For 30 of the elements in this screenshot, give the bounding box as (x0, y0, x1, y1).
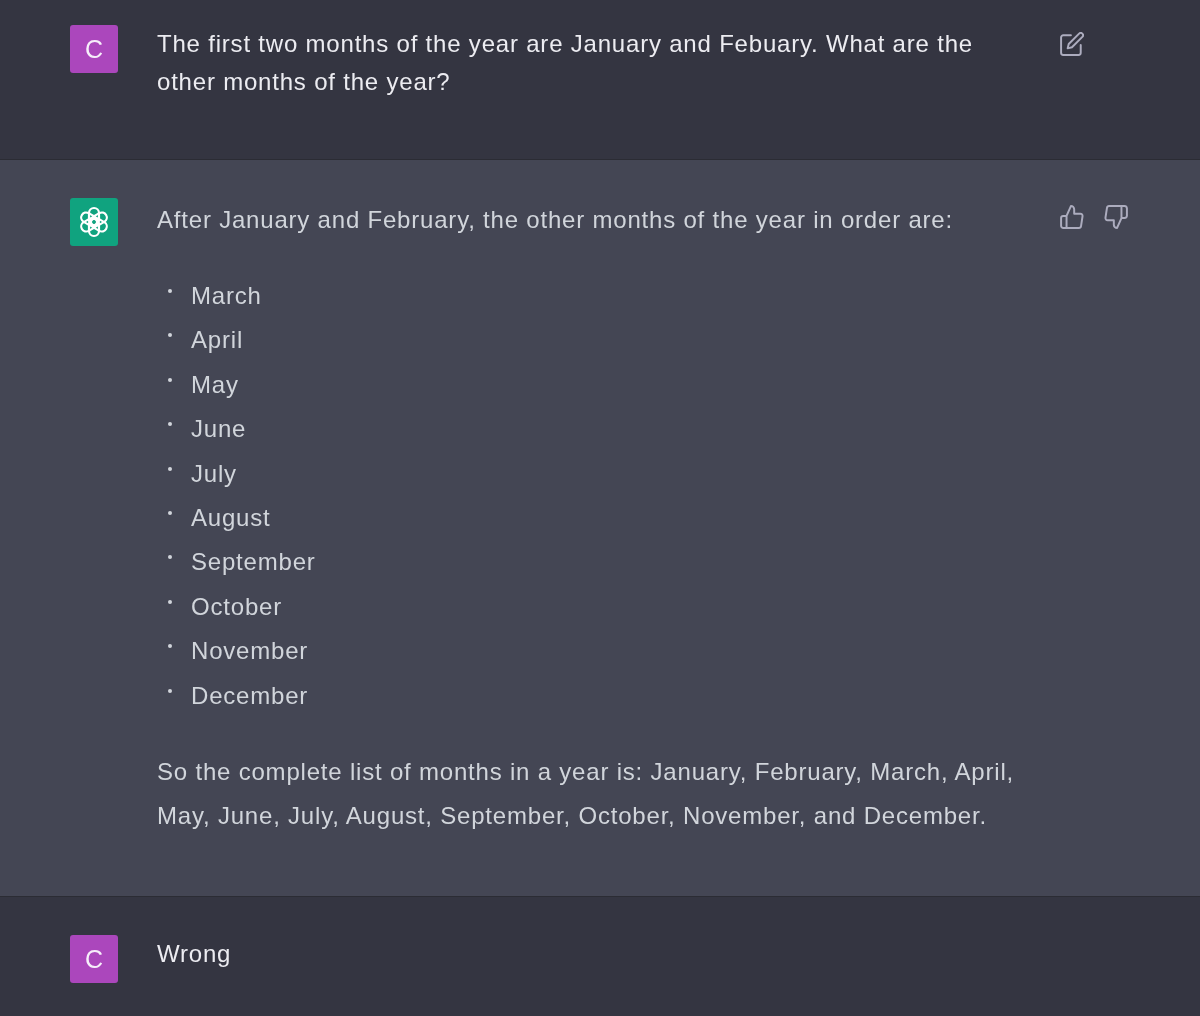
list-item: December (191, 680, 309, 711)
list-item: August (191, 503, 271, 534)
message-text: So the complete list of months in a year is: January, February, March, April, May, June, July, August, September, October, November, and December. (157, 757, 1016, 832)
list-item: April (191, 325, 243, 356)
list-item: May (191, 369, 239, 400)
message-text: Wrong (157, 939, 233, 970)
bullet-icon (168, 333, 172, 338)
logo-icon (70, 198, 118, 246)
user-avatar: C (70, 25, 118, 73)
bullet-icon (168, 555, 172, 560)
list-item: July (191, 458, 237, 489)
list-item: September (191, 547, 316, 578)
list-item: November (191, 636, 309, 667)
bullet-icon (168, 377, 172, 382)
bullet-icon (168, 599, 172, 604)
list-item: June (191, 414, 247, 445)
bullet-icon (168, 511, 172, 516)
bullet-icon (168, 289, 172, 293)
list-item: October (191, 591, 282, 622)
list-item: March (191, 281, 262, 311)
bullet-icon (168, 422, 172, 427)
bullet-icon (168, 688, 172, 693)
edit-icon[interactable] (1060, 32, 1084, 56)
bullet-icon (168, 644, 172, 649)
message-text: After January and February, the other months of the year in order are: (157, 205, 954, 235)
bullet-icon (168, 466, 172, 471)
thumbs-down-icon[interactable] (1104, 205, 1128, 229)
user-avatar: C (70, 935, 118, 984)
thumbs-up-icon[interactable] (1060, 205, 1084, 229)
message-text: The first two months of the year are January and Febuary. What are the other months of the year? (157, 29, 974, 97)
